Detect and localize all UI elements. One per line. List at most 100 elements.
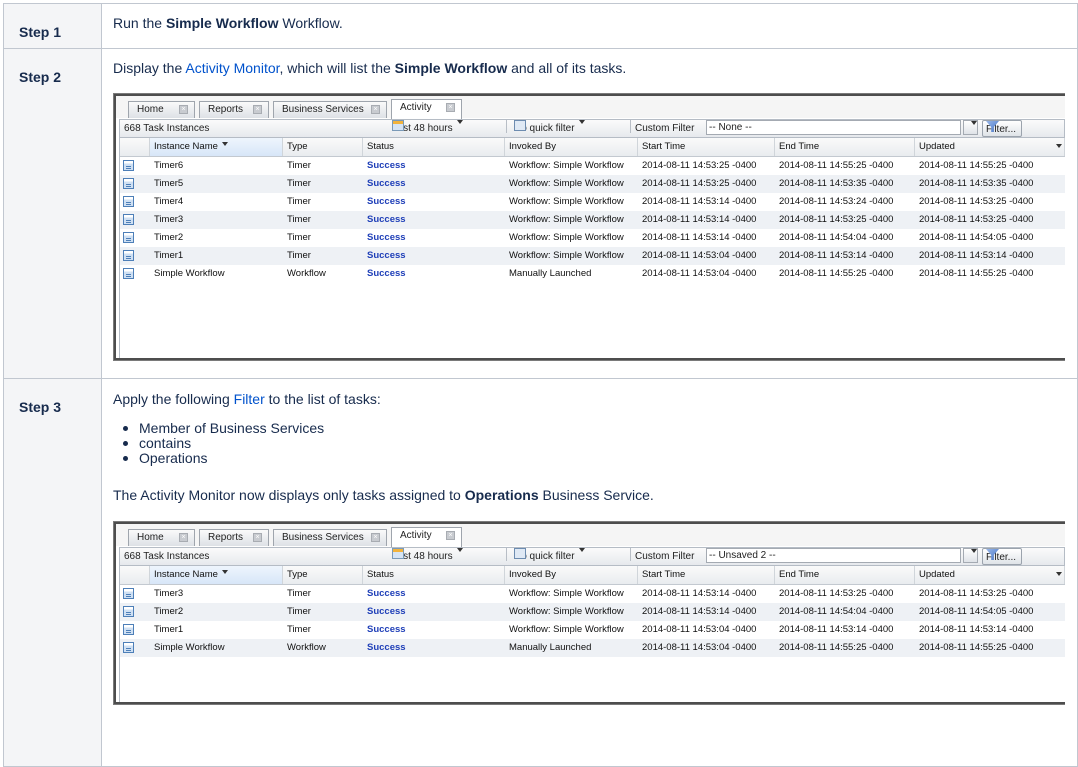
time-range-dropdown[interactable]: Last 48 hours	[392, 120, 463, 137]
column-header-type[interactable]: Type	[283, 138, 363, 156]
cell-instance-name[interactable]: Simple Workflow	[154, 639, 225, 657]
step-3-result-text: The Activity Monitor now displays only t…	[113, 487, 465, 503]
tab-activity[interactable]: Activity ×	[391, 527, 462, 547]
close-icon[interactable]: ×	[371, 105, 380, 114]
table-row[interactable]: Simple Workflow Workflow Success Manually L…	[120, 265, 1065, 283]
close-icon[interactable]: ×	[179, 105, 188, 114]
table-row[interactable]: Timer3 Timer Success Workflow: Simple Workf…	[120, 211, 1065, 229]
cell-instance-name[interactable]: Simple Workflow	[154, 265, 225, 283]
table-row[interactable]: Timer6 Timer Success Workflow: Simple Workf…	[120, 157, 1065, 175]
quick-filter-dropdown[interactable]: No quick filter	[514, 548, 585, 565]
column-header-type[interactable]: Type	[283, 566, 363, 584]
tab-reports[interactable]: Reports ×	[199, 529, 269, 546]
close-icon[interactable]: ×	[371, 533, 380, 542]
table-row[interactable]: Timer2 Timer Success Workflow: Simple Workf…	[120, 603, 1065, 621]
table-row[interactable]: Timer1 Timer Success Workflow: Simple Workf…	[120, 247, 1065, 265]
time-range-dropdown[interactable]: Last 48 hours	[392, 548, 463, 565]
cell-status: Success	[367, 606, 406, 617]
cell-instance-name[interactable]: Timer3	[154, 585, 183, 603]
cell-type: Timer	[287, 196, 311, 207]
table-row[interactable]: Timer4 Timer Success Workflow: Simple Workf…	[120, 193, 1065, 211]
window-frame: Home × Reports × Business Services × Activity ×…	[114, 94, 1065, 360]
cell-status: Success	[367, 160, 406, 171]
column-header-end-time[interactable]: End Time	[775, 138, 915, 156]
column-header-status[interactable]: Status	[363, 138, 505, 156]
table-row[interactable]: Timer3 Timer Success Workflow: Simple Workf…	[120, 585, 1065, 603]
cell-type: Timer	[287, 178, 311, 189]
cell-start-time: 2014-08-11 14:53:04 -0400	[642, 250, 757, 261]
column-header-instance-name[interactable]: Instance Name	[150, 566, 283, 584]
column-header-invoked-by[interactable]: Invoked By	[505, 566, 638, 584]
column-menu-icon[interactable]	[1056, 144, 1062, 148]
task-grid: Instance Name Type Status Invoked By Start T…	[119, 566, 1065, 702]
cell-end-time: 2014-08-11 14:55:25 -0400	[779, 160, 894, 171]
tab-label: Reports	[208, 104, 244, 115]
filter-button[interactable]: Filter...	[982, 120, 1023, 137]
cell-instance-name[interactable]: Timer4	[154, 193, 183, 211]
custom-filter-label: Custom Filter	[635, 123, 695, 134]
cell-status: Success	[367, 178, 406, 189]
activity-monitor-screenshot-1: Home × Reports × Business Services × Activity ×…	[113, 93, 1065, 361]
cell-instance-name[interactable]: Timer5	[154, 175, 183, 193]
close-icon[interactable]: ×	[446, 103, 455, 112]
task-instance-icon	[123, 642, 134, 653]
column-header-updated[interactable]: Updated	[915, 138, 1065, 156]
cell-instance-name[interactable]: Timer3	[154, 211, 183, 229]
step-1-text: Run the	[113, 15, 166, 31]
grid-header: Instance Name Type Status Invoked By Start T…	[120, 138, 1065, 157]
column-menu-icon[interactable]	[1056, 572, 1062, 576]
cell-status: Success	[367, 642, 406, 653]
table-row[interactable]: Simple Workflow Workflow Success Manually L…	[120, 639, 1065, 657]
quick-filter-icon	[514, 548, 526, 559]
tab-activity[interactable]: Activity ×	[391, 99, 462, 119]
tab-business-services[interactable]: Business Services ×	[273, 529, 387, 546]
cell-end-time: 2014-08-11 14:54:04 -0400	[779, 232, 894, 243]
cell-end-time: 2014-08-11 14:53:25 -0400	[779, 588, 894, 599]
cell-invoked-by: Workflow: Simple Workflow	[509, 250, 624, 261]
column-header-start-time[interactable]: Start Time	[638, 138, 775, 156]
column-header-status[interactable]: Status	[363, 566, 505, 584]
task-instance-icon	[123, 606, 134, 617]
tab-home[interactable]: Home ×	[128, 101, 195, 118]
tab-business-services[interactable]: Business Services ×	[273, 101, 387, 118]
column-header-label: End Time	[779, 141, 820, 152]
column-header-instance-name[interactable]: Instance Name	[150, 138, 283, 156]
cell-instance-name[interactable]: Timer1	[154, 247, 183, 265]
column-header-end-time[interactable]: End Time	[775, 566, 915, 584]
cell-invoked-by: Manually Launched	[509, 268, 592, 279]
close-icon[interactable]: ×	[446, 531, 455, 540]
cell-instance-name[interactable]: Timer6	[154, 157, 183, 175]
cell-instance-name[interactable]: Timer2	[154, 603, 183, 621]
custom-filter-select[interactable]: -- None --	[706, 120, 961, 135]
column-header-updated[interactable]: Updated	[915, 566, 1065, 584]
cell-invoked-by: Workflow: Simple Workflow	[509, 624, 624, 635]
close-icon[interactable]: ×	[253, 533, 262, 542]
quick-filter-dropdown[interactable]: No quick filter	[514, 120, 585, 137]
column-header-icon	[120, 138, 150, 156]
cell-type: Timer	[287, 606, 311, 617]
table-row[interactable]: Timer5 Timer Success Workflow: Simple Workf…	[120, 175, 1065, 193]
column-header-label: Status	[367, 141, 394, 152]
custom-filter-dropdown-button[interactable]	[963, 548, 978, 563]
toolbar-separator	[506, 120, 507, 133]
close-icon[interactable]: ×	[253, 105, 262, 114]
column-header-invoked-by[interactable]: Invoked By	[505, 138, 638, 156]
cell-instance-name[interactable]: Timer2	[154, 229, 183, 247]
column-header-start-time[interactable]: Start Time	[638, 566, 775, 584]
cell-status: Success	[367, 232, 406, 243]
custom-filter-dropdown-button[interactable]	[963, 120, 978, 135]
tab-reports[interactable]: Reports ×	[199, 101, 269, 118]
table-row[interactable]: Timer2 Timer Success Workflow: Simple Workf…	[120, 229, 1065, 247]
custom-filter-select[interactable]: -- Unsaved 2 --	[706, 548, 961, 563]
filter-link[interactable]: Filter	[234, 391, 265, 407]
tab-home[interactable]: Home ×	[128, 529, 195, 546]
step-2-text-middle: , which will list the	[279, 60, 395, 76]
task-instance-icon	[123, 214, 134, 225]
column-header-label: Start Time	[642, 569, 686, 580]
activity-monitor-link[interactable]: Activity Monitor	[185, 60, 279, 76]
table-row[interactable]: Timer1 Timer Success Workflow: Simple Workf…	[120, 621, 1065, 639]
task-instance-icon	[123, 232, 134, 243]
cell-instance-name[interactable]: Timer1	[154, 621, 183, 639]
filter-button[interactable]: Filter...	[982, 548, 1023, 565]
close-icon[interactable]: ×	[179, 533, 188, 542]
